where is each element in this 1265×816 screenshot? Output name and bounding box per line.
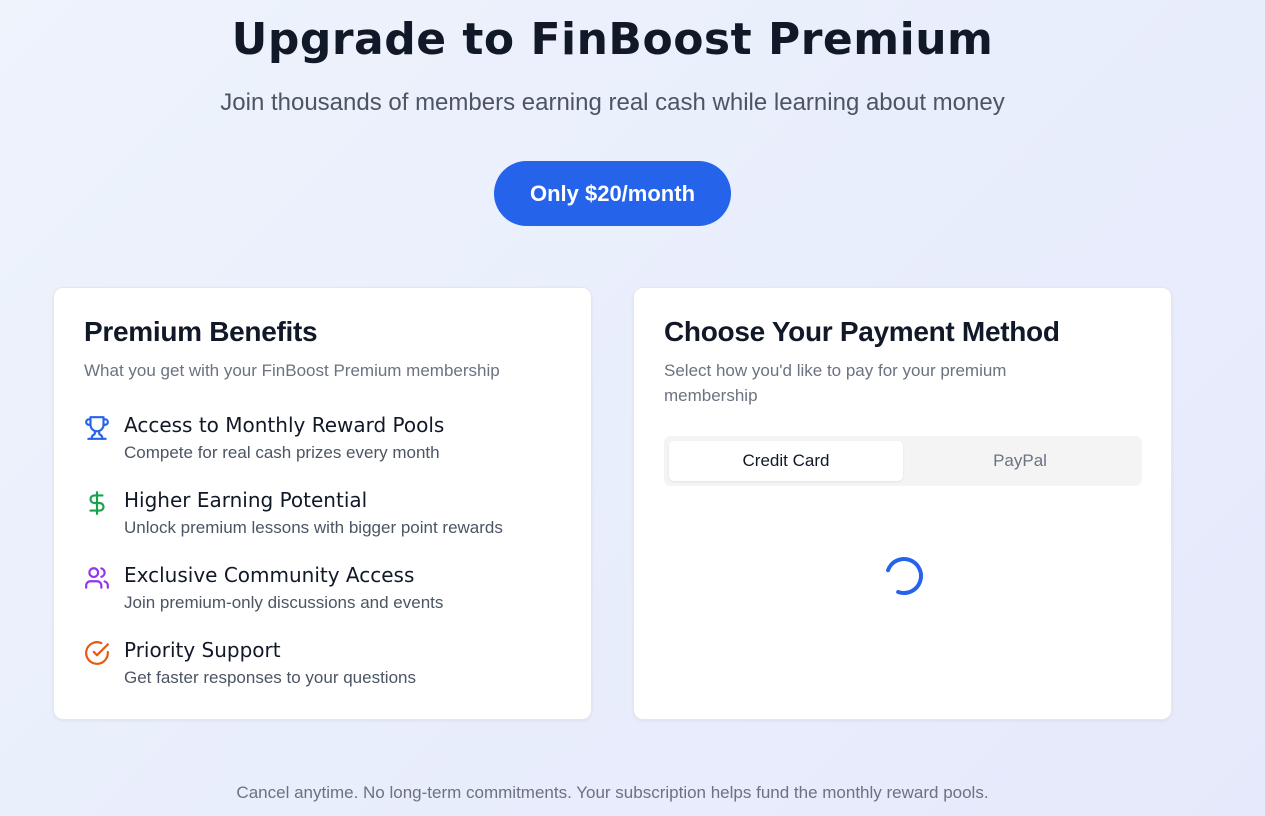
payment-subtitle: Select how you'd like to pay for your pr… (664, 361, 1007, 405)
benefit-title: Higher Earning Potential (124, 488, 368, 512)
footer-note: Cancel anytime. No long-term commitments… (236, 783, 989, 802)
benefit-description: Get faster responses to your questions (124, 668, 416, 687)
benefit-description: Join premium-only discussions and events (124, 593, 444, 612)
spinner-icon (882, 554, 926, 598)
benefit-description: Compete for real cash prizes every month (124, 443, 440, 462)
tab-credit-card[interactable]: Credit Card (669, 441, 903, 481)
benefit-item-priority-support: Priority Support Get faster responses to… (84, 638, 564, 698)
dollar-sign-icon (84, 490, 110, 516)
check-circle-icon (84, 640, 110, 666)
benefit-title: Priority Support (124, 638, 281, 662)
benefits-card: Premium Benefits What you get with your … (53, 287, 592, 720)
benefits-title: Premium Benefits (84, 316, 318, 347)
price-button[interactable]: Only $20/month (494, 161, 731, 226)
benefit-item-earning-potential: Higher Earning Potential Unlock premium … (84, 488, 564, 548)
benefits-subtitle: What you get with your FinBoost Premium … (84, 361, 500, 380)
payment-card: Choose Your Payment Method Select how yo… (633, 287, 1172, 720)
users-icon (84, 565, 110, 591)
benefit-item-community: Exclusive Community Access Join premium-… (84, 563, 564, 623)
tab-paypal[interactable]: PayPal (903, 441, 1137, 481)
page-subtitle: Join thousands of members earning real c… (220, 89, 1005, 116)
payment-method-tabs: Credit Card PayPal (664, 436, 1142, 486)
benefit-title: Exclusive Community Access (124, 563, 415, 587)
benefit-title: Access to Monthly Reward Pools (124, 413, 445, 437)
benefit-description: Unlock premium lessons with bigger point… (124, 518, 503, 537)
benefit-item-reward-pools: Access to Monthly Reward Pools Compete f… (84, 413, 564, 473)
trophy-icon (84, 415, 110, 441)
page-title: Upgrade to FinBoost Premium (231, 14, 994, 65)
payment-title: Choose Your Payment Method (664, 316, 1060, 347)
